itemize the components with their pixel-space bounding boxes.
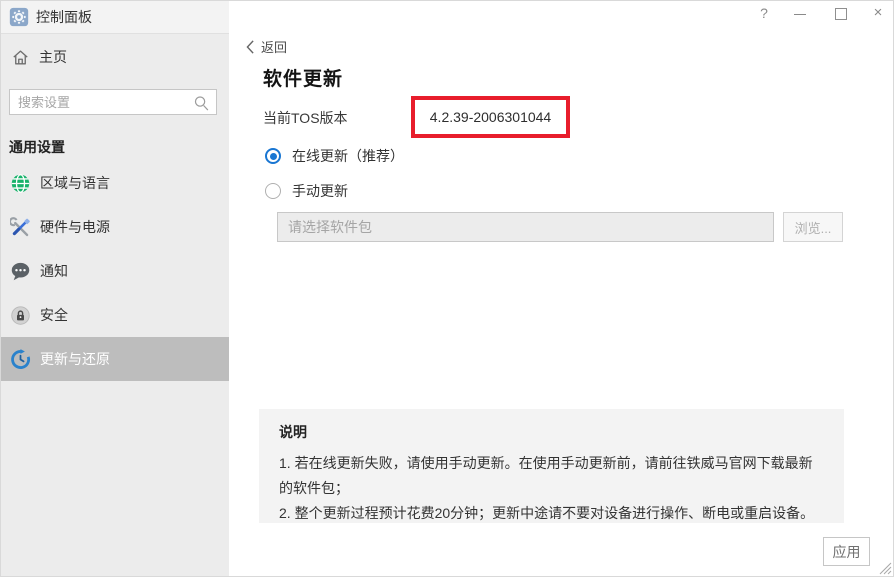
note-line-1: 1. 若在线更新失败，请使用手动更新。在使用手动更新前，请前往铁威马官网下载最新… [279,451,824,501]
sidebar-item-label: 更新与还原 [40,349,110,369]
sidebar: 控制面板 主页 通用设置 [1,1,229,577]
sidebar-item-hardware-power[interactable]: 硬件与电源 [1,205,229,249]
radio-online-update[interactable]: 在线更新（推荐） [265,146,404,166]
control-panel-gear-icon [9,7,29,27]
red-annotation-box: 4.2.39-2006301044 [411,96,570,138]
maximize-button[interactable] [830,2,850,24]
home-icon [11,48,30,67]
back-label: 返回 [261,37,287,56]
sidebar-item-label: 区域与语言 [40,173,110,193]
sidebar-section-general-settings: 通用设置 [9,137,65,157]
control-panel-window: 控制面板 主页 通用设置 [0,0,894,577]
note-line-2: 2. 整个更新过程预计花费20分钟；更新中途请不要对设备进行操作、断电或重启设备… [279,501,824,526]
current-tos-version-label: 当前TOS版本 [263,108,348,128]
close-button[interactable]: × [868,2,888,24]
package-file-input[interactable] [277,212,774,242]
tos-version-value: 4.2.39-2006301044 [430,109,551,125]
sidebar-item-security[interactable]: 安全 [1,293,229,337]
sidebar-item-label: 通知 [40,261,68,281]
resize-grip-icon[interactable] [879,562,892,575]
page-title: 软件更新 [263,64,343,91]
radio-online-circle[interactable] [265,148,281,164]
note-box: 说明 1. 若在线更新失败，请使用手动更新。在使用手动更新前，请前往铁威马官网下… [259,409,844,523]
help-button[interactable]: ? [754,2,774,24]
sidebar-item-home[interactable]: 主页 [11,47,67,67]
sidebar-item-label: 安全 [40,305,68,325]
lock-icon [10,305,31,326]
sidebar-item-home-label: 主页 [39,47,67,67]
minimize-button[interactable] [790,2,810,24]
radio-manual-circle[interactable] [265,183,281,199]
sidebar-item-region-language[interactable]: 区域与语言 [1,161,229,205]
radio-online-label: 在线更新（推荐） [292,146,404,166]
chevron-left-icon [246,40,255,54]
search-box [9,89,217,115]
sidebar-item-label: 硬件与电源 [40,217,110,237]
sidebar-header: 控制面板 [1,1,229,34]
search-icon [193,94,210,112]
app-title: 控制面板 [36,7,92,27]
tools-icon [10,217,31,238]
update-restore-icon [10,349,31,370]
radio-manual-label: 手动更新 [292,181,348,201]
radio-manual-update[interactable]: 手动更新 [265,181,348,201]
apply-button[interactable]: 应用 [823,537,870,566]
sidebar-nav: 区域与语言 硬件与电源 [1,161,229,381]
back-link[interactable]: 返回 [246,37,287,56]
sidebar-item-update-restore[interactable]: 更新与还原 [1,337,229,381]
globe-icon [10,173,31,194]
browse-button[interactable]: 浏览... [783,212,843,242]
sidebar-item-notifications[interactable]: 通知 [1,249,229,293]
search-input[interactable] [10,90,192,114]
note-title: 说明 [279,422,824,442]
chat-bubble-icon [10,261,31,282]
